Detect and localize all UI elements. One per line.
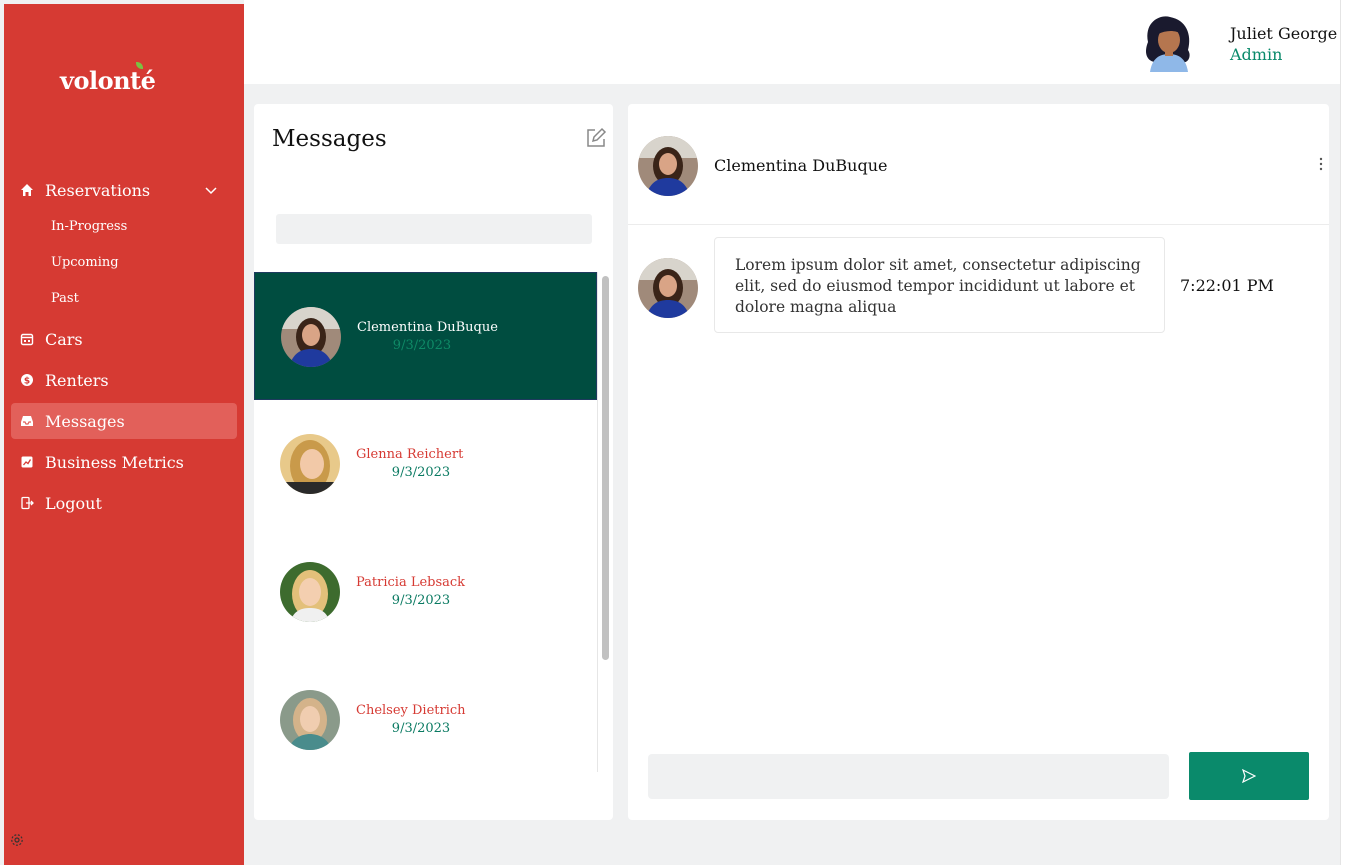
sidebar-subitem-upcoming[interactable]: Upcoming: [4, 244, 244, 280]
messages-panel: Messages Clementina DuBuque 9/3/2023 Gle…: [254, 104, 613, 820]
chat-contact-name: Clementina DuBuque: [714, 156, 888, 175]
settings-icon[interactable]: [10, 833, 24, 847]
scrollbar[interactable]: [602, 276, 609, 660]
conversation-item[interactable]: Glenna Reichert 9/3/2023: [254, 400, 597, 528]
calendar-icon: [20, 333, 34, 346]
message-input[interactable]: [648, 754, 1169, 799]
contact-avatar: [280, 690, 340, 750]
contact-avatar: [281, 307, 341, 367]
contact-name: Clementina DuBuque: [357, 320, 498, 335]
conversation-date: 9/3/2023: [391, 721, 451, 736]
edit-icon[interactable]: [585, 127, 607, 149]
conversation-item[interactable]: Clementina DuBuque 9/3/2023: [254, 272, 597, 400]
sidebar-subitem-past[interactable]: Past: [4, 280, 244, 316]
svg-text:$: $: [24, 377, 30, 387]
chevron-down-icon[interactable]: [205, 184, 217, 196]
sidebar-nav: Reservations In-Progress Upcoming Past C…: [4, 172, 244, 526]
sidebar-item-label: Renters: [45, 370, 109, 390]
contact-name: Glenna Reichert: [356, 447, 464, 462]
sidebar-subitem-in-progress[interactable]: In-Progress: [4, 208, 244, 244]
conversation-date: 9/3/2023: [391, 593, 451, 608]
sidebar-item-renters[interactable]: $ Renters: [11, 362, 237, 398]
sidebar-item-label: Cars: [45, 329, 83, 349]
send-button[interactable]: [1189, 752, 1309, 800]
page-title: Messages: [272, 126, 387, 152]
top-bar: Juliet George Admin: [244, 0, 1340, 84]
chat-header: Clementina DuBuque: [628, 104, 1329, 225]
inbox-icon: [21, 416, 33, 426]
sidebar-item-business-metrics[interactable]: Business Metrics: [11, 444, 237, 480]
contact-avatar: [280, 562, 340, 622]
search-input[interactable]: [276, 214, 592, 244]
chart-icon: [21, 456, 33, 468]
chat-panel: Clementina DuBuque Lorem ipsum dolor sit…: [628, 104, 1329, 820]
user-avatar[interactable]: [1138, 12, 1198, 72]
conversation-date: 9/3/2023: [391, 465, 451, 480]
message-bubble: Lorem ipsum dolor sit amet, consectetur …: [714, 237, 1165, 333]
brand-logo[interactable]: volonté: [60, 62, 156, 95]
sidebar-item-label: Logout: [45, 493, 102, 513]
conversation-list: Clementina DuBuque 9/3/2023 Glenna Reich…: [254, 272, 598, 772]
message-time: 7:22:01 PM: [1180, 276, 1274, 295]
more-vertical-icon[interactable]: [1319, 157, 1323, 171]
sidebar-item-messages[interactable]: Messages: [11, 403, 237, 439]
contact-name: Patricia Lebsack: [356, 575, 466, 590]
user-role: Admin: [1230, 45, 1283, 64]
home-icon: [21, 184, 33, 196]
conversation-item[interactable]: Patricia Lebsack 9/3/2023: [254, 528, 597, 656]
contact-name: Chelsey Dietrich: [356, 703, 466, 718]
conversation-date: 9/3/2023: [392, 338, 452, 353]
sidebar-item-logout[interactable]: Logout: [11, 485, 237, 521]
logout-icon: [21, 496, 34, 510]
sidebar-item-label: Business Metrics: [45, 452, 184, 472]
contact-avatar: [280, 434, 340, 494]
sidebar-item-label: Messages: [45, 411, 125, 431]
sidebar-item-reservations[interactable]: Reservations: [11, 172, 237, 208]
window-edge: [1340, 0, 1349, 865]
send-icon: [1242, 769, 1256, 783]
user-name: Juliet George: [1230, 24, 1338, 43]
contact-avatar: [638, 136, 698, 196]
sidebar-item-cars[interactable]: Cars: [11, 321, 237, 357]
sidebar: volonté Reservations In-Progress Upcomin…: [4, 4, 244, 865]
sender-avatar: [638, 258, 698, 318]
dollar-circle-icon: $: [21, 374, 33, 387]
sidebar-item-label: Reservations: [45, 180, 151, 200]
conversation-item[interactable]: Chelsey Dietrich 9/3/2023: [254, 656, 597, 772]
